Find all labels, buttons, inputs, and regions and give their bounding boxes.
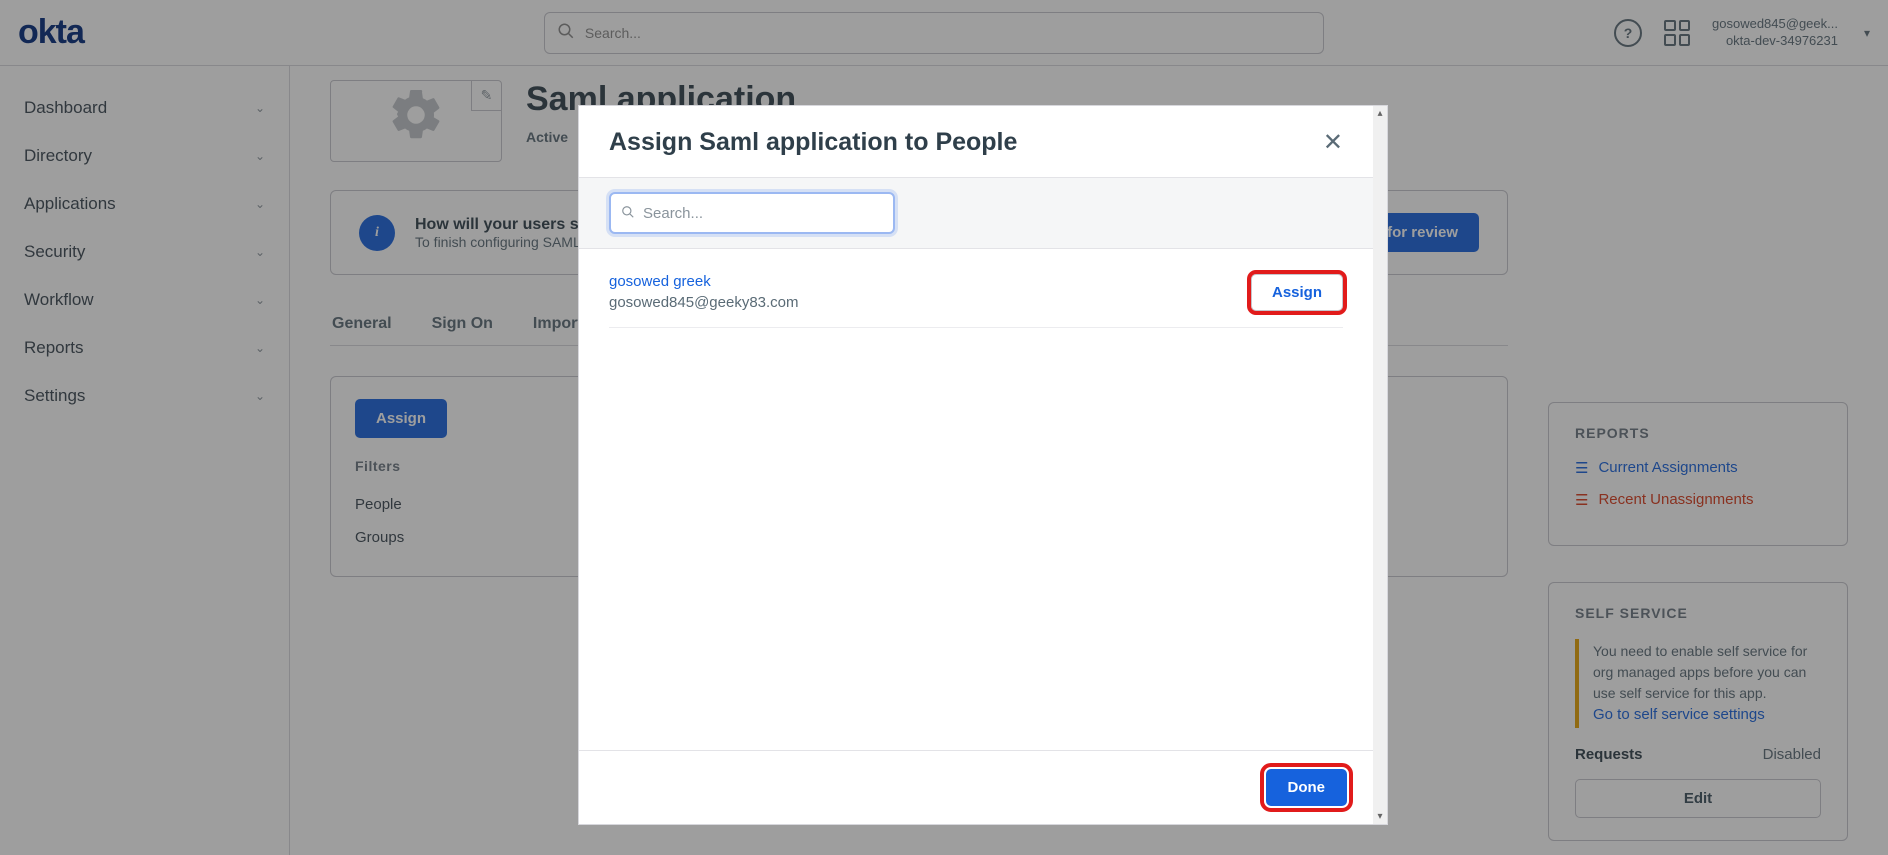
assign-person-button[interactable]: Assign xyxy=(1251,274,1343,311)
modal-scrollbar[interactable]: ▴ ▾ xyxy=(1373,106,1387,824)
scroll-down-arrow-icon: ▾ xyxy=(1377,811,1382,822)
close-icon[interactable]: ✕ xyxy=(1323,131,1343,155)
search-icon xyxy=(621,205,635,222)
person-row: gosowed greek gosowed845@geeky83.com Ass… xyxy=(609,265,1343,328)
done-button[interactable]: Done xyxy=(1266,769,1348,806)
modal-search-input[interactable] xyxy=(643,205,883,222)
person-name[interactable]: gosowed greek xyxy=(609,273,799,290)
person-email: gosowed845@geeky83.com xyxy=(609,294,799,311)
modal-title: Assign Saml application to People xyxy=(609,128,1017,157)
scroll-up-arrow-icon: ▴ xyxy=(1377,108,1382,119)
assign-to-people-modal: Assign Saml application to People ✕ goso… xyxy=(578,105,1388,825)
modal-search[interactable] xyxy=(609,192,895,234)
people-list: gosowed greek gosowed845@geeky83.com Ass… xyxy=(579,249,1373,750)
